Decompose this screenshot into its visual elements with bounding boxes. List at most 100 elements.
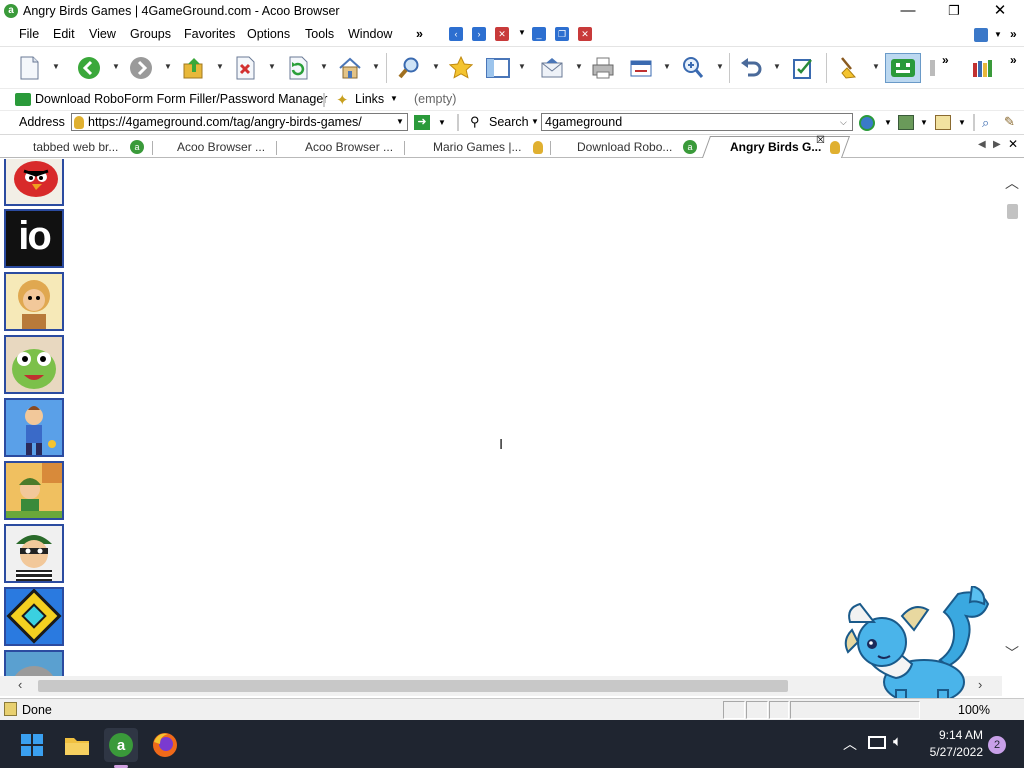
links-menu[interactable]: Links bbox=[355, 92, 384, 106]
refresh-icon[interactable] bbox=[285, 55, 311, 81]
minimize-button[interactable]: — bbox=[885, 0, 931, 24]
undo-icon[interactable] bbox=[738, 55, 764, 81]
menu-window[interactable]: Window bbox=[348, 27, 392, 41]
favorites-star-icon[interactable] bbox=[448, 55, 474, 81]
forward-dropdown-icon[interactable]: ▼ bbox=[164, 62, 172, 72]
plugin-puzzle-icon[interactable] bbox=[974, 28, 988, 42]
scroll-left-icon[interactable]: ‹ bbox=[18, 677, 22, 692]
game-thumb-bob-the-robber[interactable] bbox=[4, 524, 64, 583]
url-dropdown-icon[interactable]: ▼ bbox=[396, 117, 404, 126]
menu-tools[interactable]: Tools bbox=[305, 27, 334, 41]
scroll-up-icon[interactable]: ︿ bbox=[1005, 173, 1019, 193]
new-page-dropdown-icon[interactable]: ▼ bbox=[52, 62, 60, 72]
highlight-icon[interactable] bbox=[935, 115, 951, 130]
back-dropdown-icon[interactable]: ▼ bbox=[112, 62, 120, 72]
web-search-globe-icon[interactable] bbox=[859, 115, 875, 131]
up-folder-icon[interactable] bbox=[181, 55, 207, 81]
tab-menu-dropdown-icon[interactable]: ▼ bbox=[518, 28, 526, 37]
back-arrow-icon[interactable] bbox=[76, 55, 102, 81]
highlighter-pen-icon[interactable]: ✎ bbox=[1004, 114, 1015, 130]
new-page-icon[interactable] bbox=[16, 55, 42, 81]
edit-dropdown-icon[interactable]: ▼ bbox=[663, 62, 671, 72]
tab-close-icon[interactable]: ✕ bbox=[495, 27, 509, 41]
cleaner-dropdown-icon[interactable]: ▼ bbox=[872, 62, 880, 72]
mdi-close-icon[interactable]: ✕ bbox=[578, 27, 592, 41]
volume-icon[interactable]: 🔈︎ bbox=[893, 733, 902, 750]
active-tab-close-icon[interactable]: ☒ bbox=[816, 135, 825, 146]
menu-edit[interactable]: Edit bbox=[53, 27, 75, 41]
game-thumb-cut-the-rope[interactable] bbox=[4, 335, 64, 394]
tab-download-roboform[interactable]: Download Robo... bbox=[577, 138, 672, 158]
mail-dropdown-icon[interactable]: ▼ bbox=[575, 62, 583, 72]
menu-overflow-chevron[interactable]: » bbox=[416, 27, 423, 41]
search-input-chevron-icon[interactable]: ⌵ bbox=[840, 117, 847, 128]
plugin-dropdown-icon[interactable]: ▼ bbox=[994, 30, 1002, 39]
start-windows-icon[interactable] bbox=[15, 728, 49, 762]
go-arrow-icon[interactable]: ➜ bbox=[414, 115, 430, 130]
zoom-dropdown-icon[interactable]: ▼ bbox=[716, 62, 724, 72]
search-engine-button[interactable]: Search bbox=[489, 115, 529, 129]
up-dropdown-icon[interactable]: ▼ bbox=[216, 62, 224, 72]
show-hidden-icons-chevron[interactable]: ︿ bbox=[843, 734, 857, 754]
tab-tabbed-web-browser[interactable]: tabbed web br... bbox=[33, 138, 118, 158]
edit-page-icon[interactable] bbox=[628, 55, 654, 81]
checklist-icon[interactable] bbox=[790, 55, 816, 81]
highlight-dropdown-icon[interactable]: ▼ bbox=[958, 118, 966, 127]
forward-arrow-icon[interactable] bbox=[128, 55, 154, 81]
game-thumb-adventure-boy[interactable] bbox=[4, 461, 64, 520]
roboform-download-link[interactable]: Download RoboForm Form Filler/Password M… bbox=[35, 92, 327, 106]
image-search-icon[interactable] bbox=[898, 115, 914, 130]
toolbar-right-overflow-chevron[interactable]: » bbox=[1010, 53, 1017, 67]
game-thumb-geometry-dash[interactable] bbox=[4, 587, 64, 646]
books-icon[interactable] bbox=[970, 55, 996, 81]
clock-date[interactable]: 5/27/2022 bbox=[913, 745, 983, 759]
firefox-icon[interactable] bbox=[148, 728, 182, 762]
search-engine-dropdown-icon[interactable]: ▼ bbox=[531, 117, 539, 126]
acoo-browser-taskbar-icon[interactable]: a bbox=[104, 728, 138, 762]
image-search-dropdown-icon[interactable]: ▼ bbox=[920, 118, 928, 127]
tab-bar-close-icon[interactable]: ✕ bbox=[1008, 137, 1018, 151]
zoom-level[interactable]: 100% bbox=[958, 703, 990, 717]
close-button[interactable]: ✕ bbox=[977, 0, 1023, 24]
file-explorer-icon[interactable] bbox=[60, 728, 94, 762]
menu-favorites[interactable]: Favorites bbox=[184, 27, 235, 41]
menu-right-overflow-chevron[interactable]: » bbox=[1010, 27, 1017, 41]
undo-dropdown-icon[interactable]: ▼ bbox=[773, 62, 781, 72]
search-magnifier-icon[interactable] bbox=[396, 55, 422, 81]
panel-dropdown-icon[interactable]: ▼ bbox=[518, 62, 526, 72]
print-icon[interactable] bbox=[590, 55, 616, 81]
tab-prev-icon[interactable]: ‹ bbox=[449, 27, 463, 41]
globe-dropdown-icon[interactable]: ▼ bbox=[884, 118, 892, 127]
menu-options[interactable]: Options bbox=[247, 27, 290, 41]
vertical-scroll-thumb[interactable] bbox=[1007, 204, 1018, 219]
horizontal-scroll-thumb[interactable] bbox=[38, 680, 788, 692]
panel-layout-icon[interactable] bbox=[485, 55, 511, 81]
find-in-page-icon[interactable]: ⌕ bbox=[982, 115, 989, 131]
stop-icon[interactable] bbox=[232, 55, 258, 81]
roboform-toggle-icon[interactable] bbox=[885, 53, 921, 83]
mdi-minimize-icon[interactable]: _ bbox=[532, 27, 546, 41]
game-thumb-talking-tom[interactable] bbox=[4, 650, 64, 676]
game-thumb-angry-birds[interactable] bbox=[4, 159, 64, 206]
home-icon[interactable] bbox=[337, 55, 363, 81]
mdi-restore-icon[interactable]: ❐ bbox=[555, 27, 569, 41]
scroll-down-icon[interactable]: ﹀ bbox=[1005, 643, 1019, 663]
tab-angry-birds-games[interactable]: Angry Birds G... bbox=[730, 138, 822, 158]
vertical-scrollbar[interactable]: ︿ ﹀ bbox=[1002, 159, 1022, 676]
toolbar-overflow-chevron[interactable]: » bbox=[942, 53, 949, 67]
stop-dropdown-icon[interactable]: ▼ bbox=[268, 62, 276, 72]
menu-view[interactable]: View bbox=[89, 27, 116, 41]
tab-next-icon[interactable]: › bbox=[472, 27, 486, 41]
tab-scroll-right-icon[interactable]: ▶ bbox=[993, 139, 1001, 150]
clock-time[interactable]: 9:14 AM bbox=[923, 728, 983, 742]
game-thumb-subway-runner[interactable] bbox=[4, 398, 64, 457]
zoom-in-icon[interactable] bbox=[680, 55, 706, 81]
url-input[interactable]: https://4gameground.com/tag/angry-birds-… bbox=[71, 113, 408, 131]
mail-icon[interactable] bbox=[539, 55, 565, 81]
search-input[interactable]: 4gameground bbox=[541, 113, 853, 131]
notification-badge[interactable]: 2 bbox=[988, 736, 1006, 754]
tab-acoo-browser-1[interactable]: Acoo Browser ... bbox=[177, 138, 265, 158]
go-dropdown-icon[interactable]: ▼ bbox=[438, 118, 446, 127]
tab-scroll-left-icon[interactable]: ◀ bbox=[978, 139, 986, 150]
cleaner-broom-icon[interactable] bbox=[836, 55, 862, 81]
